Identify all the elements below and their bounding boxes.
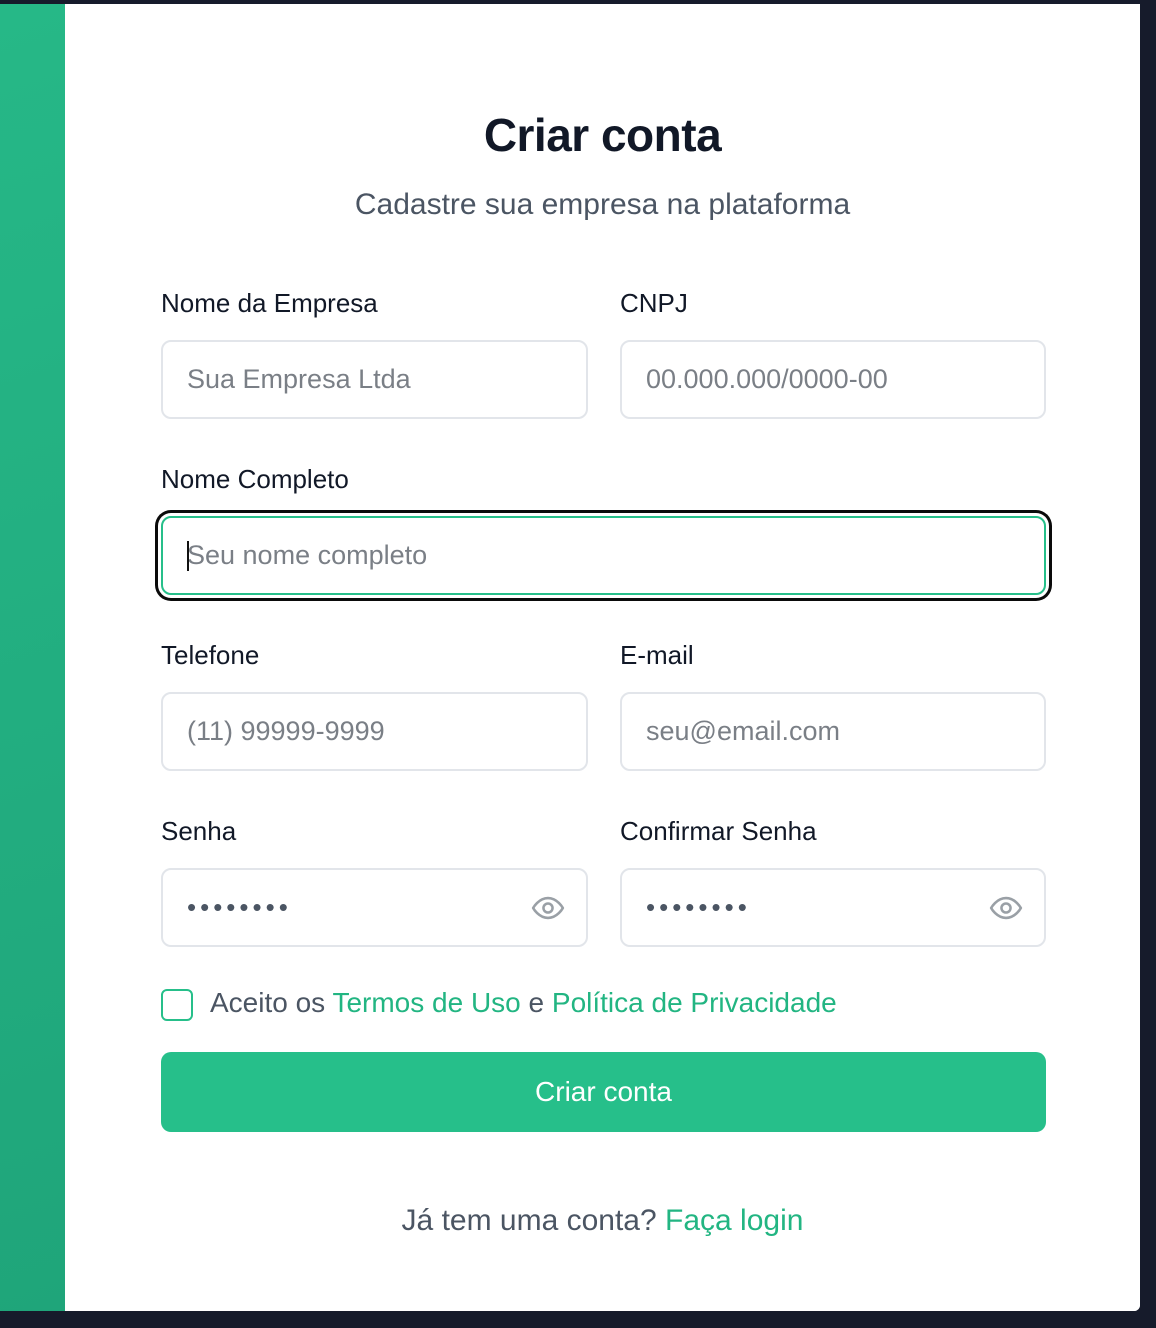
password-input[interactable]: •••••••• <box>161 868 588 947</box>
full-name-input[interactable] <box>161 516 1046 595</box>
eye-icon[interactable] <box>989 891 1023 925</box>
page-subtitle: Cadastre sua empresa na plataforma <box>354 188 851 221</box>
terms-conjunction: e <box>528 987 545 1018</box>
terms-text: Aceito os Termos de Uso e Política de Pr… <box>210 987 837 1019</box>
page-title: Criar conta <box>483 109 722 161</box>
login-question: Já tem uma conta? <box>401 1204 657 1237</box>
email-input[interactable] <box>620 692 1046 771</box>
password-label: Senha <box>161 816 237 846</box>
brand-side-panel <box>0 4 65 1311</box>
login-prompt: Já tem uma conta? Faça login <box>65 1204 1140 1238</box>
terms-of-use-link[interactable]: Termos de Uso <box>332 987 520 1018</box>
cnpj-input[interactable] <box>620 340 1046 419</box>
phone-label: Telefone <box>161 640 260 670</box>
login-link[interactable]: Faça login <box>665 1204 803 1237</box>
email-label: E-mail <box>620 640 694 670</box>
full-name-label: Nome Completo <box>161 464 349 494</box>
eye-icon[interactable] <box>531 891 565 925</box>
app-window: Criar conta Cadastre sua empresa na plat… <box>0 4 1140 1311</box>
create-account-button[interactable]: Criar conta <box>161 1052 1046 1132</box>
phone-input[interactable] <box>161 692 588 771</box>
confirm-password-label: Confirmar Senha <box>620 816 817 846</box>
terms-checkbox[interactable] <box>161 989 193 1021</box>
confirm-password-masked-value: •••••••• <box>646 892 751 922</box>
privacy-policy-link[interactable]: Política de Privacidade <box>552 987 837 1018</box>
company-name-input[interactable] <box>161 340 588 419</box>
text-caret <box>187 541 189 571</box>
password-masked-value: •••••••• <box>187 892 292 922</box>
confirm-password-input[interactable]: •••••••• <box>620 868 1046 947</box>
company-name-label: Nome da Empresa <box>161 288 378 318</box>
cnpj-label: CNPJ <box>620 288 688 318</box>
signup-card: Criar conta Cadastre sua empresa na plat… <box>65 4 1140 1311</box>
terms-prefix: Aceito os <box>210 987 326 1018</box>
